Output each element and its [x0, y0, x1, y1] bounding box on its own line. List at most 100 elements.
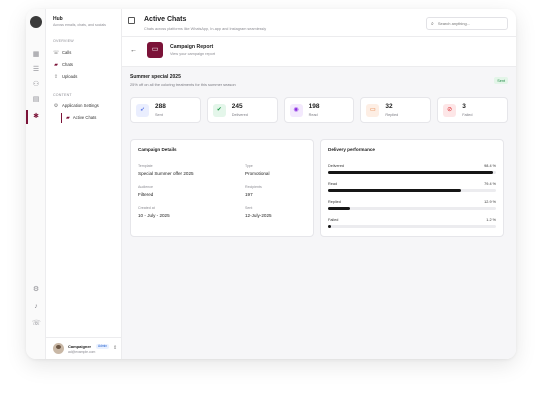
main-area: Active Chats Chats across platforms like… — [122, 9, 516, 359]
perf-row-replied: Replied 12.9 % — [328, 200, 496, 212]
sparkle-icon[interactable]: ✱ — [32, 113, 40, 121]
perf-row-delivered: Delivered 98.4 % — [328, 164, 496, 176]
stat-label: Read — [308, 113, 318, 117]
audience-value: Filtered — [138, 192, 154, 197]
document-icon[interactable]: ▤ — [32, 96, 40, 104]
progress-fill — [328, 225, 331, 228]
app-subtitle: Across emails, chats, and socials — [53, 23, 106, 27]
perf-row-failed: Failed 1.2 % — [328, 218, 496, 230]
user-name: Campaigner — [68, 344, 92, 349]
search-input[interactable] — [437, 21, 498, 26]
sidebar-item-uploads[interactable]: ⇪ Uploads — [53, 72, 77, 81]
report-title: Campaign Report — [170, 44, 214, 50]
perf-label: Read — [328, 182, 338, 186]
sent-label: Sent — [245, 206, 253, 210]
perf-value: 98.4 % — [484, 164, 496, 168]
eye-icon: ◉ — [289, 104, 303, 117]
progress-fill — [328, 171, 494, 174]
gear-icon[interactable]: ⚙ — [32, 286, 40, 294]
reply-icon: ▭ — [366, 104, 380, 117]
sidebar-item-label: Uploads — [62, 74, 78, 79]
chevron-updown-icon[interactable]: ⇕ — [113, 345, 117, 351]
user-menu[interactable]: Campaigner Admin ad@example.com ⇕ — [46, 337, 122, 359]
app-window: ▦ ☰ ⚇ ▤ ✱ ⚙ ♪ ☏ Hub Across emails, chats… — [26, 9, 516, 359]
alert-icon: ⊘ — [443, 104, 457, 117]
sent-value: 12-July-2025 — [245, 213, 272, 218]
user-email: ad@example.com — [68, 350, 96, 354]
sidebar: Hub Across emails, chats, and socials OV… — [46, 9, 122, 359]
stat-value: 288 — [155, 103, 166, 110]
top-bar: Active Chats Chats across platforms like… — [122, 9, 516, 37]
sidebar-item-application-settings[interactable]: ⚙ Application Settings — [53, 101, 99, 110]
panel-title: Campaign Details — [138, 147, 177, 152]
chat-icon: ▰ — [66, 114, 70, 121]
role-badge: Admin — [96, 343, 110, 349]
perf-label: Failed — [328, 218, 339, 222]
audience-label: Audience — [138, 185, 153, 189]
type-value: Promotional — [245, 171, 270, 176]
chat-icon: ▭ — [147, 42, 163, 58]
perf-value: 1.2 % — [486, 218, 496, 222]
recipients-label: Recipients — [245, 185, 262, 189]
stat-value: 3 — [462, 103, 466, 110]
template-value: Special Summer offer 2025 — [138, 171, 194, 176]
sidebar-item-active-chats[interactable]: ▰ Active Chats — [61, 113, 97, 123]
logo — [30, 16, 42, 28]
progress-track — [328, 171, 496, 174]
created-label: Created at — [138, 206, 155, 210]
check-double-icon: ✔ — [212, 104, 226, 117]
report-content: Summer special 2025 25% off on all the c… — [122, 67, 516, 359]
sidebar-item-label: Application Settings — [62, 103, 99, 108]
list-icon[interactable]: ☰ — [32, 66, 40, 74]
perf-value: 12.9 % — [484, 200, 496, 204]
stats-row: ➶ 288 Sent ✔ 245 Delivered ◉ 198 Read ▭ … — [130, 97, 508, 123]
stat-label: Failed — [462, 113, 473, 117]
panel-title: Delivery performance — [328, 147, 375, 152]
progress-fill — [328, 189, 462, 192]
stat-card-delivered: ✔ 245 Delivered — [206, 97, 278, 123]
progress-track — [328, 207, 496, 210]
stat-card-replied: ▭ 32 Replied — [360, 97, 432, 123]
chat-icon: ▰ — [54, 61, 58, 68]
status-badge: Sent — [494, 77, 508, 84]
template-label: Template — [138, 164, 153, 168]
stat-label: Sent — [155, 113, 163, 117]
page-title: Active Chats — [144, 16, 187, 23]
sidebar-toggle-icon[interactable] — [128, 17, 135, 24]
phone-icon[interactable]: ☏ — [32, 320, 41, 328]
app-name: Hub — [53, 16, 63, 22]
stat-card-read: ◉ 198 Read — [283, 97, 355, 123]
bell-icon[interactable]: ♪ — [32, 303, 40, 311]
sidebar-item-label: Calls — [62, 50, 72, 55]
stat-value: 245 — [231, 103, 243, 110]
sidebar-item-chats[interactable]: ▰ Chats — [53, 60, 73, 69]
users-icon[interactable]: ⚇ — [32, 81, 40, 89]
perf-row-read: Read 79.4 % — [328, 182, 496, 194]
page-subtitle: Chats across platforms like WhatsApp, In… — [144, 27, 267, 31]
stat-card-failed: ⊘ 3 Failed — [437, 97, 508, 123]
progress-track — [328, 225, 496, 228]
active-line — [61, 113, 62, 123]
content-section-label: CONTENT — [53, 93, 72, 97]
stat-label: Delivered — [231, 113, 248, 117]
stat-label: Replied — [385, 113, 399, 117]
sidebar-item-label: Active Chats — [72, 115, 97, 120]
avatar — [53, 343, 64, 354]
back-arrow-icon[interactable]: ← — [130, 47, 137, 54]
campaign-description: 25% off on all the coloring treatments f… — [130, 82, 236, 87]
settings-icon: ⚙ — [53, 102, 59, 109]
search-box[interactable]: ⌕ — [426, 17, 508, 30]
delivery-performance-panel: Delivery performance Delivered 98.4 % Re… — [320, 139, 504, 237]
perf-label: Delivered — [328, 164, 345, 168]
dashboard-icon[interactable]: ▦ — [32, 51, 40, 59]
sidebar-item-calls[interactable]: ☏ Calls — [53, 48, 71, 57]
active-indicator — [26, 110, 28, 124]
progress-fill — [328, 207, 350, 210]
sidebar-item-label: Chats — [62, 62, 73, 67]
phone-icon: ☏ — [53, 49, 60, 56]
campaign-name: Summer special 2025 — [130, 74, 181, 80]
perf-label: Replied — [328, 200, 341, 204]
search-icon: ⌕ — [431, 20, 434, 27]
stat-card-sent: ➶ 288 Sent — [130, 97, 201, 123]
created-value: 10 - July - 2025 — [138, 213, 170, 218]
